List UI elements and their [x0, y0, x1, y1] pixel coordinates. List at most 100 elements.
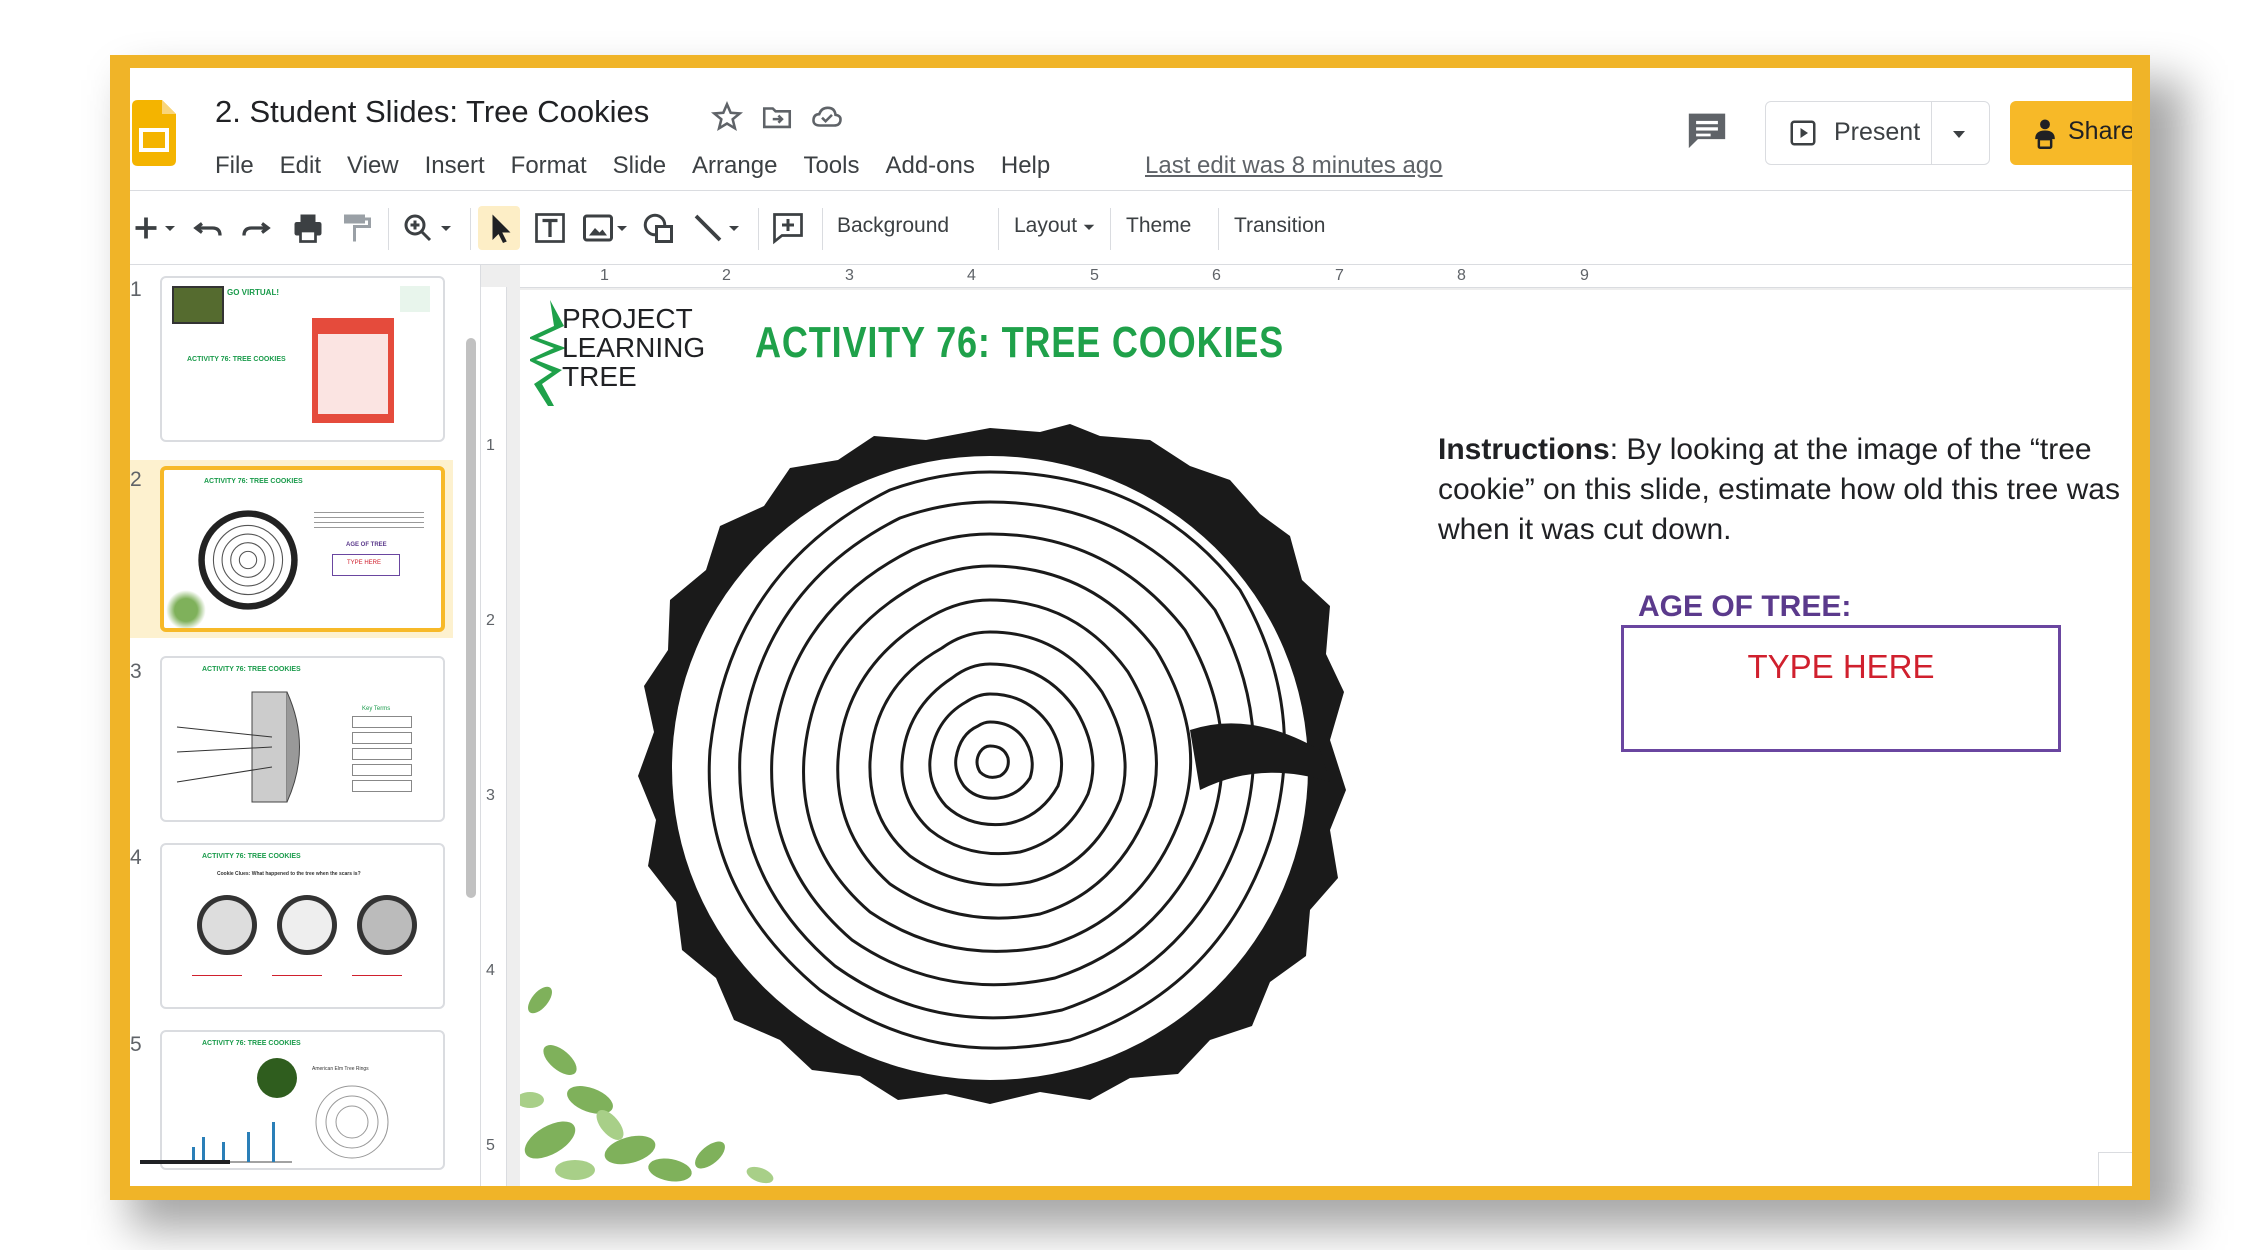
- print-icon[interactable]: [290, 210, 326, 246]
- thumb-age-label: AGE OF TREE: [346, 542, 387, 548]
- thumb-heading: GO VIRTUAL!: [227, 288, 279, 297]
- slides-app-window: 2. Student Slides: Tree Cookies File Edi…: [130, 68, 2132, 1186]
- instructions-text[interactable]: Instructions: By looking at the image of…: [1438, 430, 2132, 550]
- menu-format[interactable]: Format: [511, 152, 587, 180]
- tree-cross-section-diagram: [176, 691, 300, 803]
- document-title[interactable]: 2. Student Slides: Tree Cookies: [215, 94, 649, 130]
- ruler-tick: 2: [486, 612, 495, 629]
- paint-format-icon[interactable]: [338, 210, 374, 246]
- ruler-tick: 4: [486, 962, 495, 979]
- redo-icon[interactable]: [238, 210, 274, 246]
- filmstrip-scrollbar[interactable]: [466, 338, 476, 898]
- toolbar-separator: [388, 208, 389, 250]
- menu-addons[interactable]: Add-ons: [885, 152, 974, 180]
- line-icon[interactable]: [690, 210, 726, 246]
- slide-thumbnail-1[interactable]: GO VIRTUAL! ACTIVITY 76: TREE COOKIES: [160, 276, 445, 442]
- zoom-dropdown-icon[interactable]: [434, 210, 458, 246]
- toolbar-separator: [822, 208, 823, 250]
- ruler-tick: 1: [486, 437, 495, 454]
- theme-button[interactable]: Theme: [1126, 214, 1191, 238]
- last-edit-link[interactable]: Last edit was 8 minutes ago: [1145, 152, 1443, 180]
- age-of-tree-label[interactable]: AGE OF TREE:: [1638, 590, 1851, 624]
- answer-placeholder: TYPE HERE: [1747, 648, 1935, 685]
- background-button[interactable]: Background: [837, 214, 949, 238]
- thumb-title: ACTIVITY 76: TREE COOKIES: [202, 853, 301, 860]
- share-button[interactable]: Share: [2010, 101, 2132, 165]
- zoom-icon[interactable]: [400, 210, 436, 246]
- horizontal-ruler: 1 2 3 4 5 6 7 8 9: [520, 265, 2132, 288]
- slide-thumbnail-2[interactable]: ACTIVITY 76: TREE COOKIES AGE OF TREE TY…: [160, 466, 445, 632]
- tree-cookie-mini: [198, 510, 298, 610]
- menu-slide[interactable]: Slide: [613, 152, 666, 180]
- undo-icon[interactable]: [190, 210, 226, 246]
- toolbar-separator: [1218, 208, 1219, 250]
- ruler-tick: 3: [486, 787, 495, 804]
- add-comment-icon[interactable]: [770, 210, 806, 246]
- plt-logo-text: PROJECT LEARNING TREE: [562, 303, 706, 392]
- slide-number: 3: [130, 660, 142, 683]
- worksheet-image: [312, 318, 394, 423]
- transition-button[interactable]: Transition: [1234, 214, 1325, 238]
- slide-number: 5: [130, 1033, 142, 1056]
- menu-edit[interactable]: Edit: [280, 152, 321, 180]
- ruler-tick: 5: [486, 1137, 495, 1154]
- three-cookies-mini: [197, 895, 417, 955]
- ruler-tick: 7: [1335, 267, 1344, 284]
- laptop-image: [172, 286, 224, 324]
- present-dropdown-icon[interactable]: [1946, 124, 1972, 144]
- share-lock-icon: [2035, 119, 2055, 149]
- thumb-title: ACTIVITY 76: TREE COOKIES: [204, 478, 303, 485]
- ruler-tick: 3: [845, 267, 854, 284]
- slide-number: 4: [130, 846, 142, 869]
- move-folder-icon[interactable]: [760, 100, 794, 134]
- ruler-tick: 8: [1457, 267, 1466, 284]
- vertical-ruler: 1 2 3 4 5: [481, 287, 507, 1186]
- text-box-icon[interactable]: [532, 210, 568, 246]
- answer-text-box[interactable]: TYPE HERE: [1621, 625, 2061, 752]
- ruler-tick: 6: [1212, 267, 1221, 284]
- ruler-tick: 2: [722, 267, 731, 284]
- share-label: Share: [2068, 117, 2132, 145]
- leaves-decoration: [520, 986, 774, 1184]
- menu-view[interactable]: View: [347, 152, 399, 180]
- thumb-keyterms: Key Terms: [362, 706, 391, 712]
- layout-dropdown-icon[interactable]: [1080, 218, 1098, 236]
- slides-logo-icon[interactable]: [132, 100, 176, 166]
- thumb-answer-box: TYPE HERE: [332, 554, 400, 576]
- explore-button[interactable]: [2098, 1152, 2132, 1186]
- filmstrip-progress: [140, 1160, 230, 1164]
- slide-thumbnail-4[interactable]: ACTIVITY 76: TREE COOKIES Cookie Clues: …: [160, 843, 445, 1009]
- ruler-tick: 4: [967, 267, 976, 284]
- menu-help[interactable]: Help: [1001, 152, 1050, 180]
- line-dropdown-icon[interactable]: [722, 210, 746, 246]
- star-icon[interactable]: [710, 100, 744, 134]
- present-button[interactable]: Present: [1765, 101, 1990, 165]
- present-divider: [1931, 102, 1932, 164]
- menu-tools[interactable]: Tools: [803, 152, 859, 180]
- menu-insert[interactable]: Insert: [425, 152, 485, 180]
- new-slide-dropdown-icon[interactable]: [158, 210, 182, 246]
- thumb-prompt: Cookie Clues: What happened to the tree …: [217, 871, 361, 877]
- menu-file[interactable]: File: [215, 152, 254, 180]
- elm-tree-photo: [257, 1058, 297, 1098]
- plt-logo-mini: [400, 286, 430, 312]
- select-cursor-icon[interactable]: [482, 210, 518, 246]
- current-slide[interactable]: PROJECT LEARNING TREE ACTIVITY 76: TREE …: [520, 290, 2132, 1186]
- image-dropdown-icon[interactable]: [610, 210, 634, 246]
- toolbar-separator: [998, 208, 999, 250]
- menu-arrange[interactable]: Arrange: [692, 152, 777, 180]
- slide-thumbnail-5[interactable]: ACTIVITY 76: TREE COOKIES American Elm T…: [160, 1030, 445, 1170]
- cloud-status-icon[interactable]: [810, 100, 844, 134]
- shape-icon[interactable]: [640, 210, 676, 246]
- ring-mini: [315, 1085, 389, 1159]
- layout-button[interactable]: Layout: [1014, 214, 1077, 238]
- thumb-title: ACTIVITY 76: TREE COOKIES: [202, 1040, 301, 1047]
- header-divider: [130, 190, 2132, 191]
- thumb-ring-label: American Elm Tree Rings: [312, 1066, 369, 1072]
- slide-thumbnail-3[interactable]: ACTIVITY 76: TREE COOKIES Key Terms: [160, 656, 445, 822]
- slide-number: 2: [130, 468, 142, 491]
- activity-title[interactable]: ACTIVITY 76: TREE COOKIES: [755, 318, 1284, 368]
- comment-history-icon[interactable]: [1685, 110, 1729, 150]
- present-label: Present: [1834, 118, 1921, 146]
- ruler-tick: 5: [1090, 267, 1099, 284]
